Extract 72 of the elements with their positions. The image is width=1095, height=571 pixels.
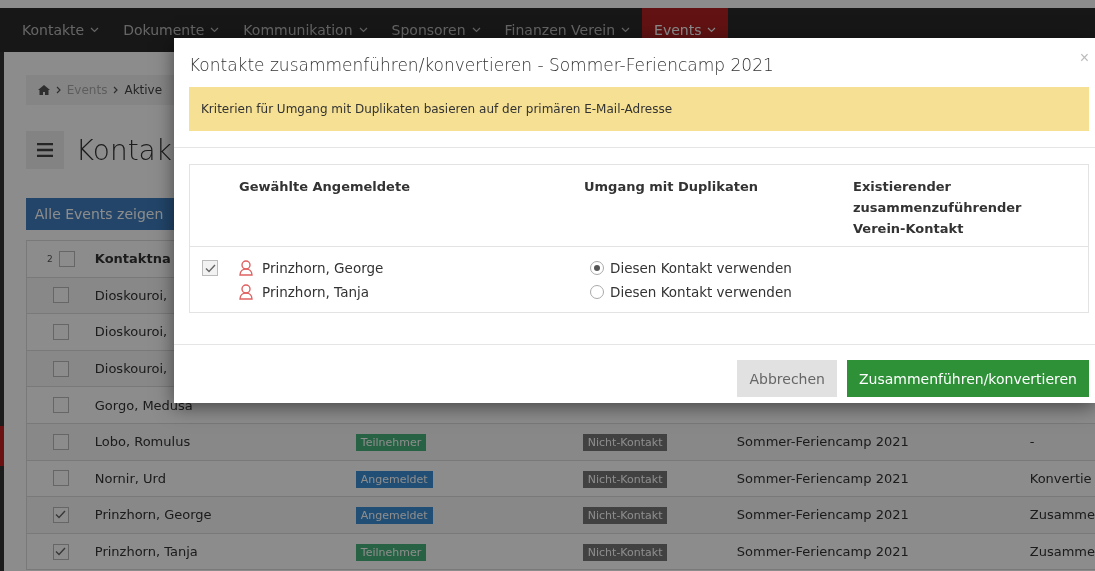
- table-cell: Konvertie: [1029, 470, 1092, 486]
- menu-button[interactable]: [25, 131, 64, 169]
- event-name: Sommer-Feriencamp 2021: [736, 507, 909, 523]
- nav-item[interactable]: Dokumente: [111, 8, 232, 52]
- nav-item[interactable]: Kontakte: [10, 8, 112, 52]
- person-icon: [239, 260, 253, 276]
- status-badge: Teilnehmer: [355, 544, 427, 562]
- person-name: Prinzhorn, Tanja: [262, 284, 369, 300]
- caret-icon: [90, 27, 100, 33]
- checkbox[interactable]: [52, 324, 69, 340]
- checkbox[interactable]: [202, 260, 218, 276]
- status-badge: Angemeldet: [355, 507, 433, 525]
- chevron-icon: [55, 86, 61, 94]
- check-icon: [55, 510, 67, 520]
- checkbox[interactable]: [52, 506, 69, 523]
- nav-item[interactable]: Kommunikation: [231, 8, 380, 52]
- event-name: Sommer-Feriencamp 2021: [736, 544, 909, 560]
- column-header: Kontaktna: [94, 251, 171, 267]
- contact-type-badge: Nicht-Kontakt: [582, 434, 668, 452]
- caret-icon: [621, 27, 631, 33]
- check-icon: [55, 547, 67, 557]
- column-header: Umgang mit Duplikaten: [584, 178, 759, 196]
- home-icon: [37, 85, 50, 95]
- breadcrumb-link[interactable]: Aktive: [124, 83, 163, 97]
- column-header: Gewählte Angemeldete: [239, 178, 411, 196]
- person-icon: [239, 284, 253, 300]
- person-name: Prinzhorn, George: [262, 260, 384, 276]
- radio-label: Diesen Kontakt verwenden: [610, 260, 792, 276]
- event-name: Sommer-Feriencamp 2021: [736, 470, 909, 486]
- dialog-title: Kontakte zusammenführen/konvertieren - Sommer-Feriencamp 2021: [189, 55, 774, 75]
- checkbox[interactable]: [52, 433, 69, 450]
- info-alert: Kriterien für Umgang mit Duplikaten basieren auf der primären E-Mail-Adresse: [189, 87, 1089, 131]
- status-badge: Angemeldet: [355, 470, 433, 488]
- radio-label: Diesen Kontakt verwenden: [610, 284, 792, 300]
- event-name: Sommer-Feriencamp 2021: [736, 434, 909, 450]
- nav-item[interactable]: Finanzen Verein: [492, 8, 643, 52]
- contact-name: Dioskouroi,: [94, 324, 168, 340]
- selected-count: 2: [46, 253, 53, 264]
- contact-type-badge: Nicht-Kontakt: [582, 507, 668, 525]
- contact-name: Gorgo, Medusa: [94, 397, 193, 413]
- caret-icon: [358, 27, 368, 33]
- nav-item[interactable]: Sponsoren: [379, 8, 493, 52]
- menu-icon: [36, 143, 53, 157]
- caret-icon: [210, 27, 220, 33]
- caret-icon: [471, 27, 481, 33]
- table-cell: Zusamme: [1029, 507, 1095, 523]
- checkbox[interactable]: [52, 397, 69, 414]
- close-button[interactable]: ×: [1079, 49, 1089, 67]
- contact-name: Prinzhorn, George: [94, 507, 212, 523]
- chevron-icon: [113, 86, 119, 94]
- column-header: Existierender zusammenzuführender Verein-Kontakt: [853, 178, 1023, 238]
- checkbox[interactable]: [52, 543, 69, 560]
- sidebar-active-mark: [0, 426, 4, 466]
- table-cell: -: [1029, 434, 1035, 450]
- checkbox[interactable]: [52, 287, 69, 304]
- cancel-button[interactable]: Abbrechen: [737, 360, 837, 397]
- contact-name: Dioskouroi,: [94, 287, 168, 303]
- merge-button[interactable]: Zusammenführen/konvertieren: [846, 360, 1089, 397]
- page-title: Kontak: [75, 133, 172, 167]
- check-icon: [204, 263, 216, 273]
- checkbox[interactable]: [52, 470, 69, 487]
- contact-type-badge: Nicht-Kontakt: [582, 470, 668, 488]
- status-badge: Teilnehmer: [355, 434, 427, 452]
- contact-type-badge: Nicht-Kontakt: [582, 544, 668, 562]
- contact-name: Lobo, Romulus: [94, 434, 191, 450]
- contact-name: Prinzhorn, Tanja: [94, 544, 198, 560]
- caret-icon: [707, 27, 717, 33]
- contact-name: Nornir, Urd: [94, 470, 166, 486]
- contact-name: Dioskouroi,: [94, 361, 168, 377]
- checkbox[interactable]: [52, 360, 69, 377]
- table-cell: Zusamme: [1029, 544, 1095, 560]
- checkbox[interactable]: [58, 250, 75, 267]
